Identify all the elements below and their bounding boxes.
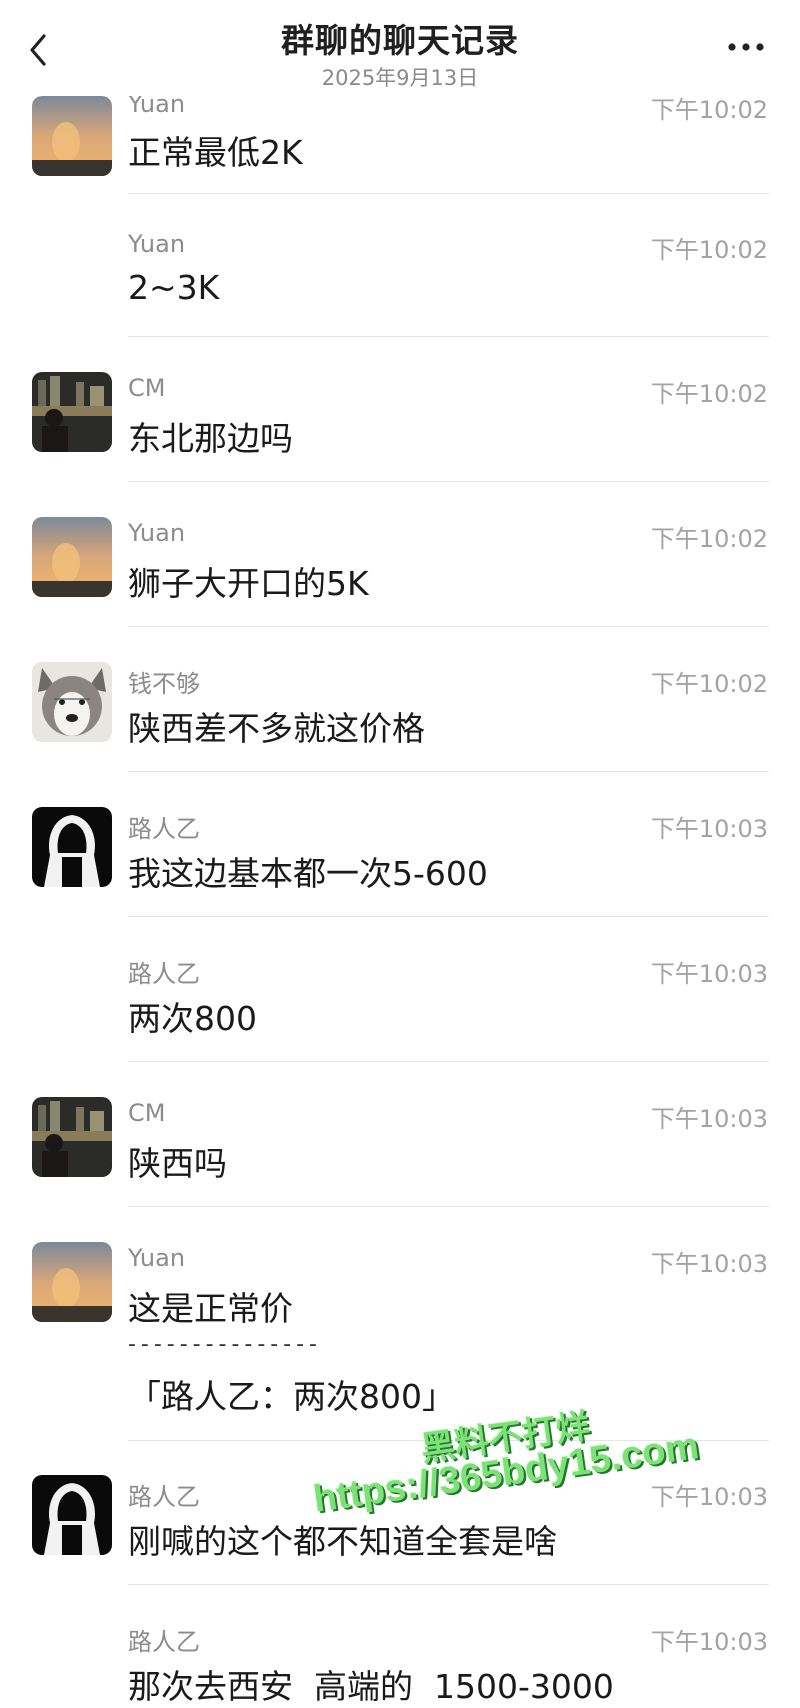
hooded-figure-avatar[interactable] — [32, 1475, 112, 1555]
message-time: 下午10:02 — [650, 525, 768, 553]
message-time: 下午10:03 — [650, 815, 768, 843]
message-text: 狮子大开口的5K — [128, 564, 369, 603]
message-item[interactable]: 路人乙 下午10:03 两次800 — [0, 942, 800, 1062]
top-bar: 群聊的聊天记录 2025年9月13日 — [0, 0, 800, 96]
message-time: 下午10:03 — [650, 1483, 768, 1511]
divider — [128, 1584, 769, 1585]
message-time: 下午10:03 — [650, 1250, 768, 1278]
message-text: 刚喊的这个都不知道全套是啥 — [128, 1522, 557, 1561]
message-time: 下午10:03 — [650, 1628, 768, 1656]
divider — [128, 1061, 769, 1062]
divider — [128, 916, 769, 917]
husky-avatar[interactable] — [32, 662, 112, 742]
divider — [128, 336, 769, 337]
message-item[interactable]: 路人乙 下午10:03 我这边基本都一次5-600 — [0, 797, 800, 917]
quote-separator: - - - - - - - - - - - - - - - — [128, 1332, 317, 1357]
message-text: 陕西差不多就这价格 — [128, 709, 425, 748]
divider — [128, 626, 769, 627]
sender-name: 路人乙 — [128, 815, 200, 843]
sender-name: CM — [128, 374, 166, 402]
message-time: 下午10:02 — [650, 380, 768, 408]
city-night-avatar[interactable] — [32, 1097, 112, 1177]
sender-name: Yuan — [128, 519, 186, 547]
divider — [128, 193, 769, 194]
page-title: 群聊的聊天记录 — [281, 21, 519, 60]
sender-name: Yuan — [128, 1244, 186, 1272]
sender-name: 路人乙 — [128, 1483, 200, 1511]
message-item[interactable]: 钱不够 下午10:02 陕西差不多就这价格 — [0, 652, 800, 772]
message-text: 正常最低2K — [128, 133, 303, 172]
message-text: 陕西吗 — [128, 1144, 227, 1183]
message-text: 我这边基本都一次5-600 — [128, 854, 488, 893]
hooded-figure-avatar[interactable] — [32, 807, 112, 887]
chat-date: 2025年9月13日 — [321, 66, 479, 90]
message-item[interactable]: Yuan 下午10:02 狮子大开口的5K — [0, 507, 800, 627]
message-time: 下午10:03 — [650, 960, 768, 988]
divider — [128, 481, 769, 482]
message-text: 东北那边吗 — [128, 419, 293, 458]
divider — [128, 1206, 769, 1207]
divider — [128, 1440, 769, 1441]
sunset-avatar[interactable] — [32, 1242, 112, 1322]
sunset-avatar[interactable] — [32, 517, 112, 597]
sender-name: Yuan — [128, 230, 186, 258]
message-text: 两次800 — [128, 999, 257, 1038]
message-item[interactable]: 路人乙 下午10:03 那次去西安 高端的 1500-3000 — [0, 1610, 800, 1706]
city-night-avatar[interactable] — [32, 372, 112, 452]
divider — [128, 771, 769, 772]
message-text: 这是正常价 — [128, 1289, 293, 1328]
message-item[interactable]: CM 下午10:03 陕西吗 — [0, 1087, 800, 1207]
message-time: 下午10:02 — [650, 236, 768, 264]
sunset-avatar[interactable] — [32, 96, 112, 176]
more-options-icon[interactable] — [726, 40, 766, 54]
quoted-message: 「路人乙：两次800」 — [128, 1377, 455, 1416]
message-item[interactable]: Yuan 下午10:02 2~3K — [0, 218, 800, 338]
sender-name: 路人乙 — [128, 1628, 200, 1656]
message-time: 下午10:02 — [650, 670, 768, 698]
sender-name: 钱不够 — [128, 670, 200, 698]
sender-name: 路人乙 — [128, 960, 200, 988]
message-item[interactable]: CM 下午10:02 东北那边吗 — [0, 362, 800, 482]
message-item[interactable]: Yuan 下午10:03 这是正常价 - - - - - - - - - - -… — [0, 1232, 800, 1442]
sender-name: CM — [128, 1099, 166, 1127]
message-text: 那次去西安 高端的 1500-3000 — [128, 1667, 614, 1706]
message-text: 2~3K — [128, 268, 220, 307]
message-item[interactable]: 路人乙 下午10:03 刚喊的这个都不知道全套是啥 — [0, 1465, 800, 1585]
message-time: 下午10:03 — [650, 1105, 768, 1133]
